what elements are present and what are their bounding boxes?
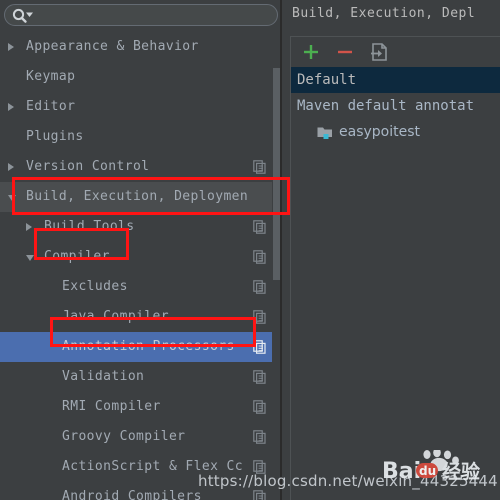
profile-label: Maven default annotat xyxy=(297,98,475,114)
search-input[interactable] xyxy=(35,6,269,24)
profile-label: Default xyxy=(297,72,357,88)
tree-item-compiler[interactable]: Compiler xyxy=(0,242,282,272)
svg-text:Bai: Bai xyxy=(382,459,421,484)
tree-item-keymap[interactable]: Keymap xyxy=(0,62,282,92)
tree-item-annotation-processors[interactable]: Annotation Processors xyxy=(0,332,282,362)
chevron-right-icon[interactable] xyxy=(8,103,14,111)
profile-label: easypoitest xyxy=(339,124,420,140)
settings-tree[interactable]: Appearance & Behavior Keymap Editor Plugins… xyxy=(0,32,282,500)
profiles-list[interactable]: Default Maven default annotat easypoitest xyxy=(291,67,500,500)
tree-item-label: Compiler xyxy=(44,249,110,264)
tree-item-label: Editor xyxy=(26,99,76,114)
tree-item-label: Build, Execution, Deploymen xyxy=(26,189,249,204)
tree-item-appearance-behavior[interactable]: Appearance & Behavior xyxy=(0,32,282,62)
search-icon[interactable] xyxy=(11,8,35,24)
tree-item-build-execution-deploymen[interactable]: Build, Execution, Deploymen xyxy=(0,182,282,212)
tree-item-label: Android Compilers xyxy=(62,489,202,500)
settings-dialog: Appearance & Behavior Keymap Editor Plugins… xyxy=(0,0,500,500)
copy-settings-icon[interactable] xyxy=(253,400,266,414)
chevron-right-icon[interactable] xyxy=(26,223,32,231)
copy-settings-icon[interactable] xyxy=(253,250,266,264)
tree-item-version-control[interactable]: Version Control xyxy=(0,152,282,182)
copy-settings-icon[interactable] xyxy=(253,370,266,384)
copy-settings-icon[interactable] xyxy=(253,430,266,444)
copy-settings-icon[interactable] xyxy=(253,490,266,500)
add-profile-button[interactable] xyxy=(299,41,323,63)
tree-item-groovy-compiler[interactable]: Groovy Compiler xyxy=(0,422,282,452)
tree-item-rmi-compiler[interactable]: RMI Compiler xyxy=(0,392,282,422)
tree-item-label: Version Control xyxy=(26,159,150,174)
copy-settings-icon[interactable] xyxy=(253,280,266,294)
tree-item-label: Java Compiler xyxy=(62,309,169,324)
tree-item-label: Appearance & Behavior xyxy=(26,39,199,54)
tree-item-label: Annotation Processors xyxy=(62,339,235,354)
settings-right-panel: Build, Execution, Depl Default Maven def… xyxy=(282,0,500,500)
remove-profile-button[interactable] xyxy=(333,41,357,63)
tree-item-java-compiler[interactable]: Java Compiler xyxy=(0,302,282,332)
tree-item-label: Groovy Compiler xyxy=(62,429,186,444)
module-folder-icon xyxy=(317,127,332,139)
page-title: Build, Execution, Depl xyxy=(292,6,476,21)
copy-settings-icon[interactable] xyxy=(253,220,266,234)
copy-settings-icon[interactable] xyxy=(253,160,266,174)
tree-item-label: Excludes xyxy=(62,279,128,294)
tree-item-plugins[interactable]: Plugins xyxy=(0,122,282,152)
profile-row[interactable]: Maven default annotat xyxy=(291,93,500,119)
import-profile-icon[interactable] xyxy=(367,41,391,63)
watermark-baidu-logo: Bai du 经验 xyxy=(382,448,494,487)
tree-item-label: Keymap xyxy=(26,69,76,84)
tree-item-label: Build Tools xyxy=(44,219,135,234)
tree-item-label: Validation xyxy=(62,369,145,384)
settings-left-panel: Appearance & Behavior Keymap Editor Plugins… xyxy=(0,0,282,500)
settings-search-box[interactable] xyxy=(4,4,278,26)
copy-settings-icon[interactable] xyxy=(253,310,266,324)
tree-item-build-tools[interactable]: Build Tools xyxy=(0,212,282,242)
profiles-toolbar xyxy=(291,37,500,67)
chevron-down-icon[interactable] xyxy=(8,195,16,201)
svg-text:du: du xyxy=(419,464,436,478)
svg-text:经验: 经验 xyxy=(442,460,481,483)
tree-item-label: RMI Compiler xyxy=(62,399,161,414)
annotation-processors-panel: Default Maven default annotat easypoitest xyxy=(290,36,500,500)
tree-item-label: Plugins xyxy=(26,129,84,144)
copy-settings-icon[interactable] xyxy=(253,340,266,354)
profile-row[interactable]: easypoitest xyxy=(291,119,500,145)
chevron-down-icon[interactable] xyxy=(26,255,34,261)
chevron-right-icon[interactable] xyxy=(8,163,14,171)
tree-item-editor[interactable]: Editor xyxy=(0,92,282,122)
tree-item-excludes[interactable]: Excludes xyxy=(0,272,282,302)
chevron-right-icon[interactable] xyxy=(8,43,14,51)
profile-row[interactable]: Default xyxy=(291,67,500,93)
tree-item-validation[interactable]: Validation xyxy=(0,362,282,392)
